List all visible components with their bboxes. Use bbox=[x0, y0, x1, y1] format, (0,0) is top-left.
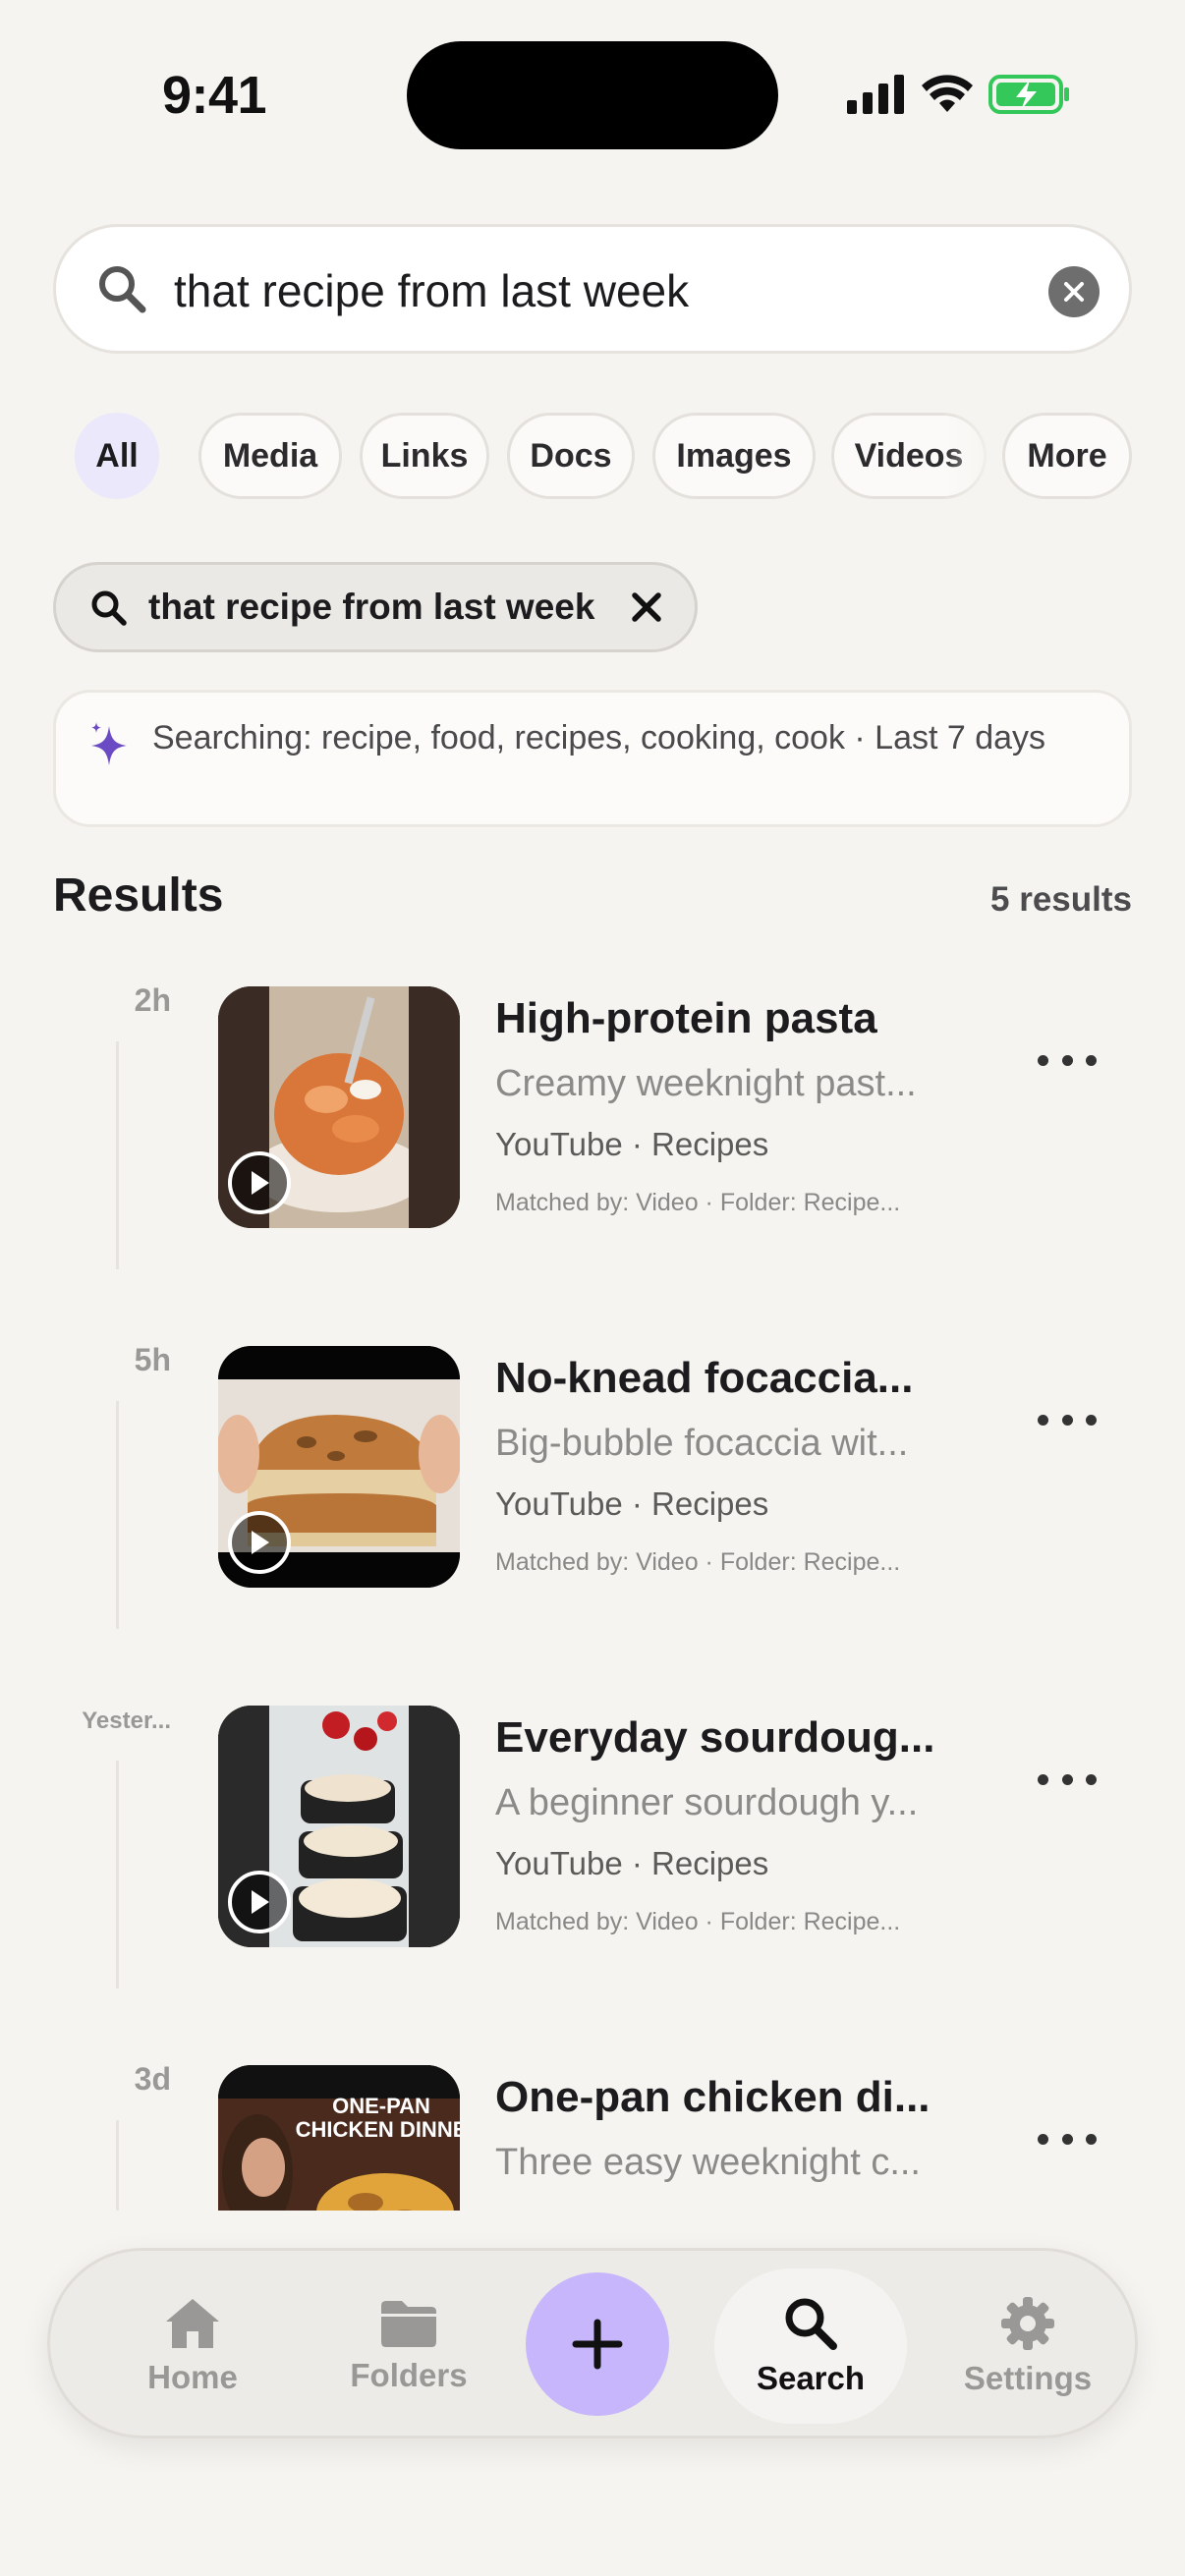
chip-images[interactable]: Images bbox=[652, 413, 816, 499]
result-time: 2h bbox=[134, 982, 171, 1018]
tab-label: Folders bbox=[350, 2357, 468, 2393]
result-match-info: Matched by: Video · Folder: Recipe... bbox=[495, 1908, 901, 1935]
result-time: 5h bbox=[134, 1342, 171, 1377]
play-button[interactable] bbox=[228, 1151, 291, 1214]
plus-icon bbox=[572, 2319, 623, 2370]
search-icon bbox=[99, 266, 146, 313]
result-time: Yester... bbox=[82, 1708, 171, 1734]
dynamic-island bbox=[407, 41, 778, 149]
timeline-line bbox=[116, 1761, 119, 1988]
play-icon bbox=[252, 1890, 269, 1914]
add-button[interactable] bbox=[526, 2272, 669, 2416]
filter-chips: All Media Links Docs Images Videos More bbox=[0, 413, 1185, 499]
status-bar: 9:41 bbox=[0, 0, 1185, 167]
result-title: No-knead focaccia... bbox=[495, 1354, 914, 1402]
home-icon bbox=[166, 2299, 219, 2348]
more-options-button[interactable] bbox=[1038, 1405, 1097, 1434]
result-description: Three easy weeknight c... bbox=[495, 2142, 921, 2183]
search-icon bbox=[785, 2298, 837, 2350]
chip-docs[interactable]: Docs bbox=[507, 413, 635, 499]
search-interpretation-text: Searching: recipe, food, recipes, cookin… bbox=[152, 719, 1046, 756]
result-title: Everyday sourdoug... bbox=[495, 1713, 935, 1762]
result-thumbnail[interactable] bbox=[218, 1706, 460, 1947]
timeline-line bbox=[116, 1401, 119, 1629]
play-icon bbox=[252, 1531, 269, 1554]
result-title: High-protein pasta bbox=[495, 994, 877, 1042]
result-description: Creamy weeknight past... bbox=[495, 1063, 917, 1104]
result-item[interactable]: Yester... Everyday sourdoug... A beginne… bbox=[0, 1662, 1185, 2022]
result-thumbnail[interactable]: ONE-PAN CHICKEN DINNE bbox=[218, 2065, 460, 2211]
play-button[interactable] bbox=[228, 1871, 291, 1933]
more-options-button[interactable] bbox=[1038, 1045, 1097, 1075]
chip-all[interactable]: All bbox=[75, 413, 159, 499]
result-source: YouTube · Recipes bbox=[495, 1845, 769, 1881]
chip-scroll-fade bbox=[943, 413, 1002, 499]
query-pill-label: that recipe from last week bbox=[148, 587, 595, 627]
result-item[interactable]: 2h High-protein pasta Creamy weeknight p… bbox=[0, 943, 1185, 1303]
play-button[interactable] bbox=[228, 1511, 291, 1574]
more-options-button[interactable] bbox=[1038, 1764, 1097, 1794]
tab-label: Search bbox=[756, 2360, 866, 2396]
results-heading: Results bbox=[53, 869, 224, 922]
tab-settings[interactable]: Settings bbox=[934, 2251, 1121, 2441]
chip-links[interactable]: Links bbox=[360, 413, 489, 499]
result-match-info: Matched by: Video · Folder: Recipe... bbox=[495, 1189, 901, 1216]
timeline-line bbox=[116, 2120, 119, 2211]
tab-label: Settings bbox=[963, 2360, 1093, 2396]
result-match-info: Matched by: Video · Folder: Recipe... bbox=[495, 1548, 901, 1576]
status-icons bbox=[847, 74, 1071, 115]
result-item[interactable]: 5h No-knead focaccia... Big-bubble focac… bbox=[0, 1303, 1185, 1662]
status-time: 9:41 bbox=[162, 66, 267, 125]
sparkle-icon bbox=[91, 722, 127, 765]
chip-more[interactable]: More bbox=[1002, 413, 1132, 499]
close-icon bbox=[1064, 282, 1084, 302]
result-description: Big-bubble focaccia wit... bbox=[495, 1423, 909, 1464]
search-bar[interactable] bbox=[53, 224, 1132, 354]
more-options-button[interactable] bbox=[1038, 2124, 1097, 2154]
tab-search[interactable]: Search bbox=[714, 2251, 907, 2441]
gear-icon bbox=[1001, 2297, 1054, 2350]
play-icon bbox=[252, 1171, 269, 1195]
chip-media[interactable]: Media bbox=[198, 413, 342, 499]
active-query-pill[interactable]: that recipe from last week bbox=[53, 562, 698, 652]
results-list[interactable]: 2h High-protein pasta Creamy weeknight p… bbox=[0, 943, 1185, 2211]
tab-label: Home bbox=[147, 2359, 238, 2395]
battery-icon bbox=[988, 75, 1069, 114]
search-icon bbox=[91, 590, 127, 626]
folder-icon bbox=[381, 2301, 436, 2347]
tab-home[interactable]: Home bbox=[109, 2251, 276, 2441]
result-source: YouTube · Recipes bbox=[495, 1126, 769, 1162]
tab-folders[interactable]: Folders bbox=[315, 2251, 502, 2441]
result-time: 3d bbox=[134, 2061, 171, 2097]
remove-query-icon[interactable] bbox=[630, 590, 663, 624]
search-interpretation-card: Searching: recipe, food, recipes, cookin… bbox=[53, 690, 1132, 827]
search-input[interactable] bbox=[174, 256, 1039, 325]
result-title: One-pan chicken di... bbox=[495, 2073, 931, 2121]
result-description: A beginner sourdough y... bbox=[495, 1782, 919, 1823]
cellular-signal-icon bbox=[847, 75, 904, 114]
result-thumbnail[interactable] bbox=[218, 986, 460, 1228]
clear-search-button[interactable] bbox=[1048, 266, 1100, 317]
result-source: YouTube · Recipes bbox=[495, 1485, 769, 1522]
wifi-icon bbox=[922, 75, 973, 112]
timeline-line bbox=[116, 1041, 119, 1269]
result-item[interactable]: 3d ONE-PAN CHICKEN DINNE One-pan chicken… bbox=[0, 2022, 1185, 2211]
result-thumbnail[interactable] bbox=[218, 1346, 460, 1588]
tab-bar: Home Folders Search Settings bbox=[47, 2248, 1138, 2438]
thumbnail-title-text: ONE-PAN CHICKEN DINNE bbox=[295, 2094, 460, 2142]
results-count: 5 results bbox=[990, 880, 1132, 919]
